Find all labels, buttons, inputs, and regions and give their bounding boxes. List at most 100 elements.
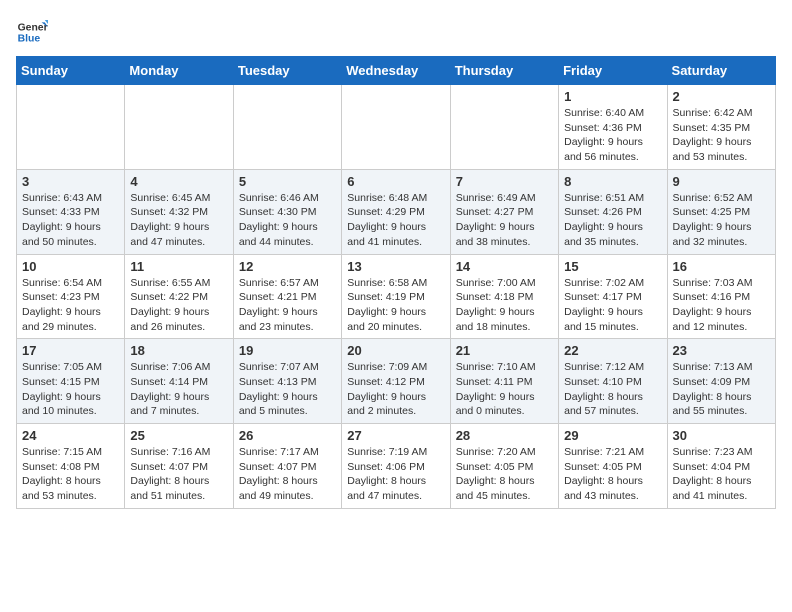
day-number: 18: [130, 343, 227, 358]
day-number: 23: [673, 343, 770, 358]
calendar-cell: 6 Sunrise: 6:48 AM Sunset: 4:29 PM Daylig…: [342, 169, 450, 254]
day-number: 15: [564, 259, 661, 274]
header-day: Monday: [125, 57, 233, 85]
day-info: Sunrise: 6:42 AM Sunset: 4:35 PM Dayligh…: [673, 106, 770, 165]
calendar-cell: 2 Sunrise: 6:42 AM Sunset: 4:35 PM Daylig…: [667, 85, 775, 170]
day-info: Sunrise: 7:05 AM Sunset: 4:15 PM Dayligh…: [22, 360, 119, 419]
calendar-cell: [342, 85, 450, 170]
calendar-cell: 10 Sunrise: 6:54 AM Sunset: 4:23 PM Dayli…: [17, 254, 125, 339]
day-number: 10: [22, 259, 119, 274]
day-number: 4: [130, 174, 227, 189]
day-number: 19: [239, 343, 336, 358]
day-number: 14: [456, 259, 553, 274]
day-info: Sunrise: 7:20 AM Sunset: 4:05 PM Dayligh…: [456, 445, 553, 504]
header-day: Friday: [559, 57, 667, 85]
day-info: Sunrise: 6:49 AM Sunset: 4:27 PM Dayligh…: [456, 191, 553, 250]
calendar-cell: 4Sunrise: 6:45 AM Sunset: 4:32 PM Daylig…: [125, 169, 233, 254]
header-day: Sunday: [17, 57, 125, 85]
header-row: SundayMondayTuesdayWednesdayThursdayFrid…: [17, 57, 776, 85]
day-number: 9: [673, 174, 770, 189]
calendar-week-row: 3Sunrise: 6:43 AM Sunset: 4:33 PM Daylig…: [17, 169, 776, 254]
calendar-cell: 29 Sunrise: 7:21 AM Sunset: 4:05 PM Dayli…: [559, 424, 667, 509]
day-number: 8: [564, 174, 661, 189]
calendar-cell: 9 Sunrise: 6:52 AM Sunset: 4:25 PM Daylig…: [667, 169, 775, 254]
calendar-cell: 1 Sunrise: 6:40 AM Sunset: 4:36 PM Daylig…: [559, 85, 667, 170]
calendar-cell: 21 Sunrise: 7:10 AM Sunset: 4:11 PM Dayli…: [450, 339, 558, 424]
day-number: 7: [456, 174, 553, 189]
day-number: 26: [239, 428, 336, 443]
calendar-cell: 3Sunrise: 6:43 AM Sunset: 4:33 PM Daylig…: [17, 169, 125, 254]
calendar-cell: 17 Sunrise: 7:05 AM Sunset: 4:15 PM Dayli…: [17, 339, 125, 424]
day-info: Sunrise: 7:09 AM Sunset: 4:12 PM Dayligh…: [347, 360, 444, 419]
day-info: Sunrise: 7:00 AM Sunset: 4:18 PM Dayligh…: [456, 276, 553, 335]
day-info: Sunrise: 6:48 AM Sunset: 4:29 PM Dayligh…: [347, 191, 444, 250]
day-number: 21: [456, 343, 553, 358]
day-info: Sunrise: 7:03 AM Sunset: 4:16 PM Dayligh…: [673, 276, 770, 335]
day-number: 20: [347, 343, 444, 358]
day-number: 5: [239, 174, 336, 189]
header-day: Tuesday: [233, 57, 341, 85]
calendar-cell: 11 Sunrise: 6:55 AM Sunset: 4:22 PM Dayli…: [125, 254, 233, 339]
day-info: Sunrise: 6:54 AM Sunset: 4:23 PM Dayligh…: [22, 276, 119, 335]
day-info: Sunrise: 6:46 AM Sunset: 4:30 PM Dayligh…: [239, 191, 336, 250]
calendar-cell: [17, 85, 125, 170]
day-number: 6: [347, 174, 444, 189]
day-number: 2: [673, 89, 770, 104]
day-number: 25: [130, 428, 227, 443]
day-number: 11: [130, 259, 227, 274]
calendar-cell: 25 Sunrise: 7:16 AM Sunset: 4:07 PM Dayli…: [125, 424, 233, 509]
day-number: 1: [564, 89, 661, 104]
day-info: Sunrise: 6:55 AM Sunset: 4:22 PM Dayligh…: [130, 276, 227, 335]
day-info: Sunrise: 6:58 AM Sunset: 4:19 PM Dayligh…: [347, 276, 444, 335]
day-info: Sunrise: 7:10 AM Sunset: 4:11 PM Dayligh…: [456, 360, 553, 419]
logo: General Blue: [16, 16, 48, 48]
day-info: Sunrise: 6:51 AM Sunset: 4:26 PM Dayligh…: [564, 191, 661, 250]
calendar-week-row: 24 Sunrise: 7:15 AM Sunset: 4:08 PM Dayli…: [17, 424, 776, 509]
header-day: Saturday: [667, 57, 775, 85]
day-number: 22: [564, 343, 661, 358]
day-info: Sunrise: 7:15 AM Sunset: 4:08 PM Dayligh…: [22, 445, 119, 504]
calendar-cell: 7 Sunrise: 6:49 AM Sunset: 4:27 PM Daylig…: [450, 169, 558, 254]
calendar-cell: 13Sunrise: 6:58 AM Sunset: 4:19 PM Dayli…: [342, 254, 450, 339]
calendar-cell: [450, 85, 558, 170]
calendar-cell: 22 Sunrise: 7:12 AM Sunset: 4:10 PM Dayli…: [559, 339, 667, 424]
calendar-cell: 8 Sunrise: 6:51 AM Sunset: 4:26 PM Daylig…: [559, 169, 667, 254]
calendar-cell: 19 Sunrise: 7:07 AM Sunset: 4:13 PM Dayli…: [233, 339, 341, 424]
calendar-cell: 12Sunrise: 6:57 AM Sunset: 4:21 PM Dayli…: [233, 254, 341, 339]
calendar-cell: 27 Sunrise: 7:19 AM Sunset: 4:06 PM Dayli…: [342, 424, 450, 509]
calendar-cell: 16 Sunrise: 7:03 AM Sunset: 4:16 PM Dayli…: [667, 254, 775, 339]
page-header: General Blue: [16, 16, 776, 48]
day-info: Sunrise: 7:13 AM Sunset: 4:09 PM Dayligh…: [673, 360, 770, 419]
calendar-week-row: 1 Sunrise: 6:40 AM Sunset: 4:36 PM Daylig…: [17, 85, 776, 170]
day-info: Sunrise: 6:40 AM Sunset: 4:36 PM Dayligh…: [564, 106, 661, 165]
calendar-table: SundayMondayTuesdayWednesdayThursdayFrid…: [16, 56, 776, 509]
calendar-cell: 30 Sunrise: 7:23 AM Sunset: 4:04 PM Dayli…: [667, 424, 775, 509]
day-number: 3: [22, 174, 119, 189]
day-number: 28: [456, 428, 553, 443]
calendar-cell: 28 Sunrise: 7:20 AM Sunset: 4:05 PM Dayli…: [450, 424, 558, 509]
day-number: 29: [564, 428, 661, 443]
day-info: Sunrise: 7:12 AM Sunset: 4:10 PM Dayligh…: [564, 360, 661, 419]
svg-text:General: General: [18, 22, 48, 33]
day-info: Sunrise: 6:52 AM Sunset: 4:25 PM Dayligh…: [673, 191, 770, 250]
day-info: Sunrise: 7:23 AM Sunset: 4:04 PM Dayligh…: [673, 445, 770, 504]
day-number: 27: [347, 428, 444, 443]
day-info: Sunrise: 7:07 AM Sunset: 4:13 PM Dayligh…: [239, 360, 336, 419]
logo-icon: General Blue: [16, 16, 48, 48]
day-number: 16: [673, 259, 770, 274]
calendar-cell: 5 Sunrise: 6:46 AM Sunset: 4:30 PM Daylig…: [233, 169, 341, 254]
calendar-cell: 26 Sunrise: 7:17 AM Sunset: 4:07 PM Dayli…: [233, 424, 341, 509]
day-info: Sunrise: 7:16 AM Sunset: 4:07 PM Dayligh…: [130, 445, 227, 504]
day-info: Sunrise: 7:21 AM Sunset: 4:05 PM Dayligh…: [564, 445, 661, 504]
calendar-cell: 24 Sunrise: 7:15 AM Sunset: 4:08 PM Dayli…: [17, 424, 125, 509]
day-info: Sunrise: 7:19 AM Sunset: 4:06 PM Dayligh…: [347, 445, 444, 504]
day-number: 24: [22, 428, 119, 443]
calendar-cell: 23 Sunrise: 7:13 AM Sunset: 4:09 PM Dayli…: [667, 339, 775, 424]
calendar-week-row: 10 Sunrise: 6:54 AM Sunset: 4:23 PM Dayli…: [17, 254, 776, 339]
calendar-cell: [233, 85, 341, 170]
day-number: 30: [673, 428, 770, 443]
svg-text:Blue: Blue: [18, 34, 41, 45]
day-number: 17: [22, 343, 119, 358]
day-info: Sunrise: 7:17 AM Sunset: 4:07 PM Dayligh…: [239, 445, 336, 504]
calendar-cell: 15Sunrise: 7:02 AM Sunset: 4:17 PM Dayli…: [559, 254, 667, 339]
